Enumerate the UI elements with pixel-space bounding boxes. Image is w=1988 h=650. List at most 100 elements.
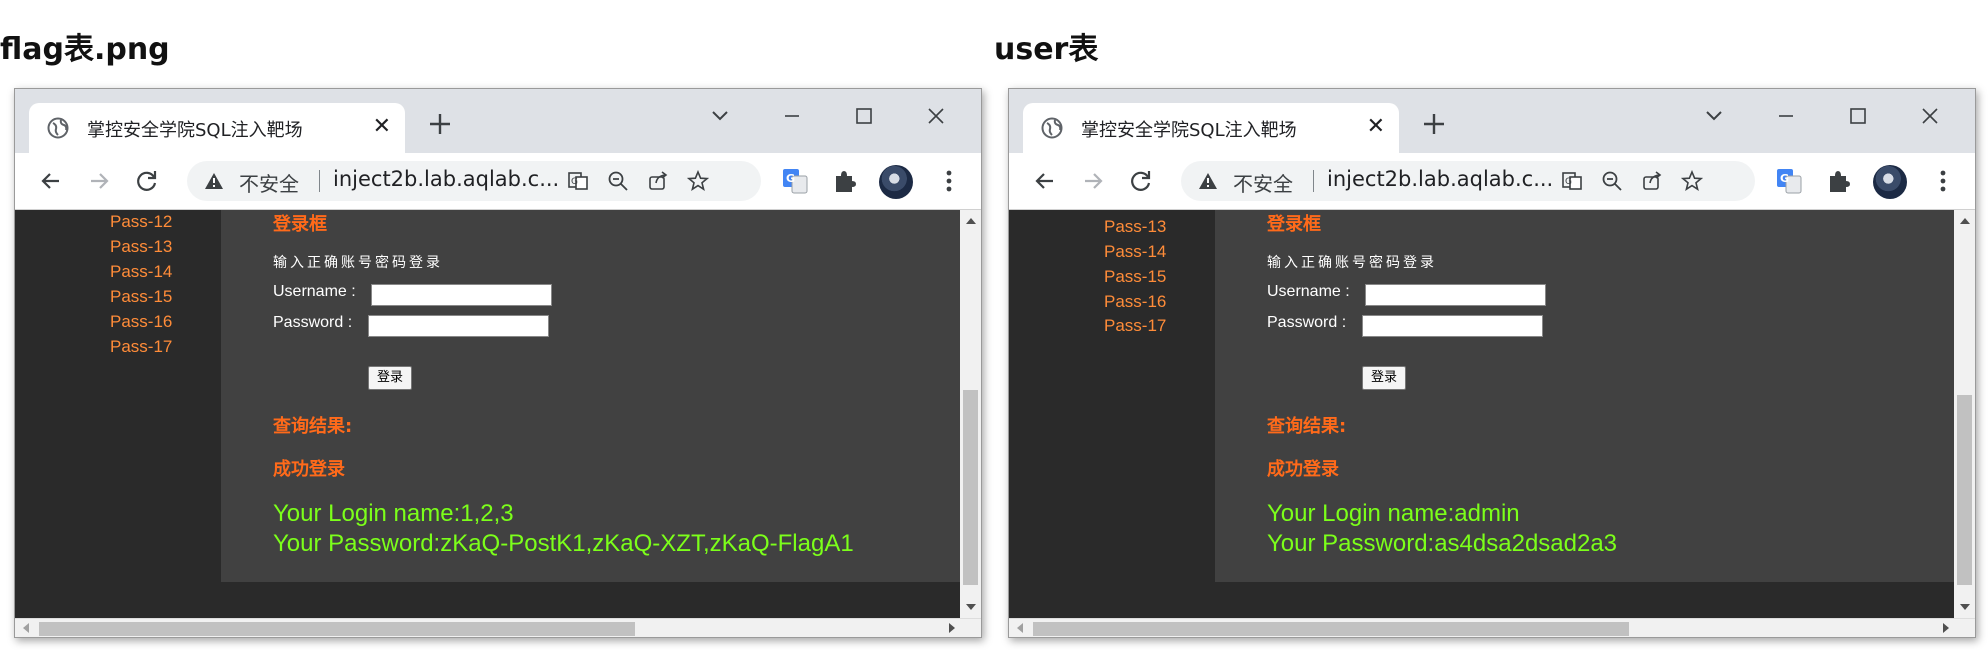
scroll-right-icon[interactable]	[949, 623, 955, 633]
result-heading: 查询结果:	[273, 416, 353, 437]
scroll-down-icon[interactable]	[1960, 604, 1970, 610]
translate-icon[interactable]: G	[567, 170, 589, 192]
scroll-left-icon[interactable]	[23, 623, 29, 633]
close-window-icon[interactable]	[1915, 101, 1945, 131]
warning-icon	[1199, 173, 1217, 189]
success-text: 成功登录	[273, 459, 345, 480]
forward-arrow-icon[interactable]	[85, 167, 113, 195]
sidebar-link[interactable]: Pass-15	[1104, 267, 1166, 287]
scroll-down-icon[interactable]	[966, 604, 976, 610]
plus-icon[interactable]	[1421, 111, 1447, 137]
maximize-icon[interactable]	[1843, 101, 1873, 131]
toolbar: 不安全 inject2b.lab.aqlab.c... G G	[15, 153, 981, 210]
close-icon[interactable]: ✕	[1367, 115, 1385, 139]
browser-window: 掌控安全学院SQL注入靶场 ✕ 不安全 inject2b.lab.aqlab.c…	[1008, 88, 1976, 638]
google-translate-icon[interactable]: G	[1775, 167, 1803, 195]
result-heading: 查询结果:	[1267, 416, 1347, 437]
divider	[319, 170, 320, 192]
username-label: Username :	[273, 283, 356, 300]
star-icon[interactable]	[687, 170, 709, 192]
success-text: 成功登录	[1267, 459, 1339, 480]
tab-strip: 掌控安全学院SQL注入靶场 ✕	[1009, 89, 1975, 153]
minimize-icon[interactable]	[1771, 101, 1801, 131]
password-label: Password :	[273, 314, 353, 331]
share-icon[interactable]	[1641, 170, 1663, 192]
address-bar[interactable]: 不安全 inject2b.lab.aqlab.c... G	[1181, 161, 1755, 201]
scroll-right-icon[interactable]	[1943, 623, 1949, 633]
password-label: Password :	[1267, 314, 1347, 331]
sidebar-link[interactable]: Pass-14	[1104, 242, 1166, 262]
puzzle-icon[interactable]	[831, 167, 859, 195]
browser-tab[interactable]: 掌控安全学院SQL注入靶场 ✕	[1023, 103, 1399, 153]
back-arrow-icon[interactable]	[37, 167, 65, 195]
scroll-up-icon[interactable]	[1960, 218, 1970, 224]
browser-window: 掌控安全学院SQL注入靶场 ✕ 不安全 inject2b.lab.aqlab.c…	[14, 88, 982, 638]
sidebar-link[interactable]: Pass-13	[110, 237, 172, 257]
sidebar-link[interactable]: Pass-16	[1104, 292, 1166, 312]
forward-arrow-icon[interactable]	[1079, 167, 1107, 195]
share-icon[interactable]	[647, 170, 669, 192]
sidebar-link[interactable]: Pass-16	[110, 312, 172, 332]
tab-title: 掌控安全学院SQL注入靶场	[87, 120, 303, 141]
panel-user: user表 掌控安全学院SQL注入靶场 ✕ 不安全 inject2b.lab.a…	[994, 0, 1984, 650]
zoom-out-icon[interactable]	[607, 170, 629, 192]
horizontal-scrollbar[interactable]	[1009, 618, 1975, 637]
login-hint: 输入正确账号密码登录	[1267, 255, 1437, 271]
close-icon[interactable]: ✕	[373, 115, 391, 139]
google-translate-icon[interactable]: G	[781, 167, 809, 195]
close-window-icon[interactable]	[921, 101, 951, 131]
reload-icon[interactable]	[133, 167, 161, 195]
password-field[interactable]	[368, 315, 549, 337]
svg-text:G: G	[571, 177, 578, 187]
login-button[interactable]: 登录	[1362, 366, 1406, 390]
chevron-down-icon[interactable]	[705, 101, 735, 131]
scroll-thumb[interactable]	[1033, 622, 1629, 636]
kebab-menu-icon[interactable]	[1929, 167, 1957, 195]
login-heading: 登录框	[273, 214, 327, 235]
chevron-down-icon[interactable]	[1699, 101, 1729, 131]
sidebar-link[interactable]: Pass-17	[1104, 316, 1166, 336]
login-panel: 登录框 输入正确账号密码登录 Username : Password : 登录 …	[1215, 210, 1954, 582]
scroll-thumb[interactable]	[39, 622, 635, 636]
plus-icon[interactable]	[427, 111, 453, 137]
insecure-label: 不安全	[1233, 172, 1293, 196]
translate-icon[interactable]: G	[1561, 170, 1583, 192]
login-name-result: Your Login name:admin	[1267, 500, 1520, 527]
url-text[interactable]: inject2b.lab.aqlab.c...	[333, 167, 559, 191]
sidebar-link[interactable]: Pass-14	[110, 262, 172, 282]
username-field[interactable]	[371, 284, 552, 306]
password-field[interactable]	[1362, 315, 1543, 337]
url-text[interactable]: inject2b.lab.aqlab.c...	[1327, 167, 1553, 191]
scroll-left-icon[interactable]	[1017, 623, 1023, 633]
password-result: Your Password:as4dsa2dsad2a3	[1267, 530, 1618, 557]
horizontal-scrollbar[interactable]	[15, 618, 981, 637]
scroll-up-icon[interactable]	[966, 218, 976, 224]
sidebar-link[interactable]: Pass-17	[110, 337, 172, 357]
browser-tab[interactable]: 掌控安全学院SQL注入靶场 ✕	[29, 103, 405, 153]
puzzle-icon[interactable]	[1825, 167, 1853, 195]
divider	[1313, 170, 1314, 192]
login-heading: 登录框	[1267, 214, 1321, 235]
address-bar[interactable]: 不安全 inject2b.lab.aqlab.c... G	[187, 161, 761, 201]
star-icon[interactable]	[1681, 170, 1703, 192]
vertical-scrollbar[interactable]	[1954, 210, 1975, 618]
reload-icon[interactable]	[1127, 167, 1155, 195]
zoom-out-icon[interactable]	[1601, 170, 1623, 192]
avatar[interactable]	[1873, 165, 1907, 199]
maximize-icon[interactable]	[849, 101, 879, 131]
sidebar-link[interactable]: Pass-13	[1104, 217, 1166, 237]
login-hint: 输入正确账号密码登录	[273, 255, 443, 271]
avatar[interactable]	[879, 165, 913, 199]
svg-text:G: G	[1780, 172, 1789, 185]
back-arrow-icon[interactable]	[1031, 167, 1059, 195]
sidebar-link[interactable]: Pass-12	[110, 212, 172, 232]
scroll-thumb[interactable]	[963, 390, 978, 585]
username-field[interactable]	[1365, 284, 1546, 306]
vertical-scrollbar[interactable]	[960, 210, 981, 618]
kebab-menu-icon[interactable]	[935, 167, 963, 195]
scroll-thumb[interactable]	[1957, 395, 1972, 585]
sidebar-link[interactable]: Pass-15	[110, 287, 172, 307]
username-label: Username :	[1267, 283, 1350, 300]
minimize-icon[interactable]	[777, 101, 807, 131]
login-button[interactable]: 登录	[368, 366, 412, 390]
